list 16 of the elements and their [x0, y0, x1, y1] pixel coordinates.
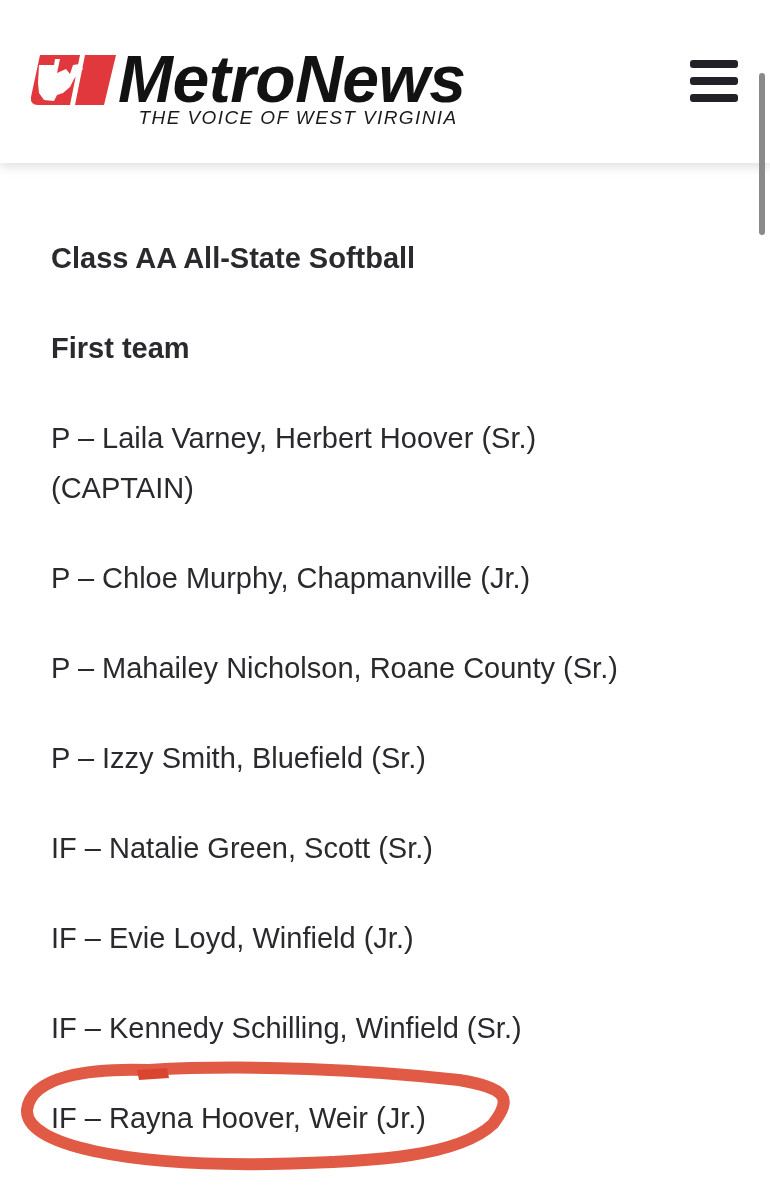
roster-entry: IF – Natalie Green, Scott (Sr.)	[51, 831, 434, 866]
state-map-icon	[30, 55, 116, 105]
roster-entry: IF – Evie Loyd, Winfield (Jr.)	[51, 921, 415, 956]
logo-tagline: THE VOICE OF WEST VIRGINIA	[138, 108, 459, 128]
section-heading: First team	[51, 331, 191, 366]
logo-wordmark: MetroNews	[118, 52, 467, 106]
roster-entry: P – Izzy Smith, Bluefield (Sr.)	[51, 741, 427, 776]
roster-entry: P – Chloe Murphy, Chapmanville (Jr.)	[51, 561, 532, 596]
site-logo[interactable]: MetroNews THE VOICE OF WEST VIRGINIA	[30, 52, 470, 128]
roster-entry: P – Mahailey Nicholson, Roane County (Sr.)	[51, 651, 619, 686]
article-title: Class AA All-State Softball	[51, 241, 417, 276]
roster-entry: P – Laila Varney, Herbert Hoover (Sr.) (CAPTAIN)	[51, 421, 538, 506]
menu-button[interactable]	[688, 58, 740, 104]
menu-icon	[690, 60, 738, 102]
roster-entry: IF – Kennedy Schilling, Winfield (Sr.)	[51, 1011, 523, 1046]
roster-entry: IF – Rayna Hoover, Weir (Jr.)	[51, 1093, 651, 1143]
